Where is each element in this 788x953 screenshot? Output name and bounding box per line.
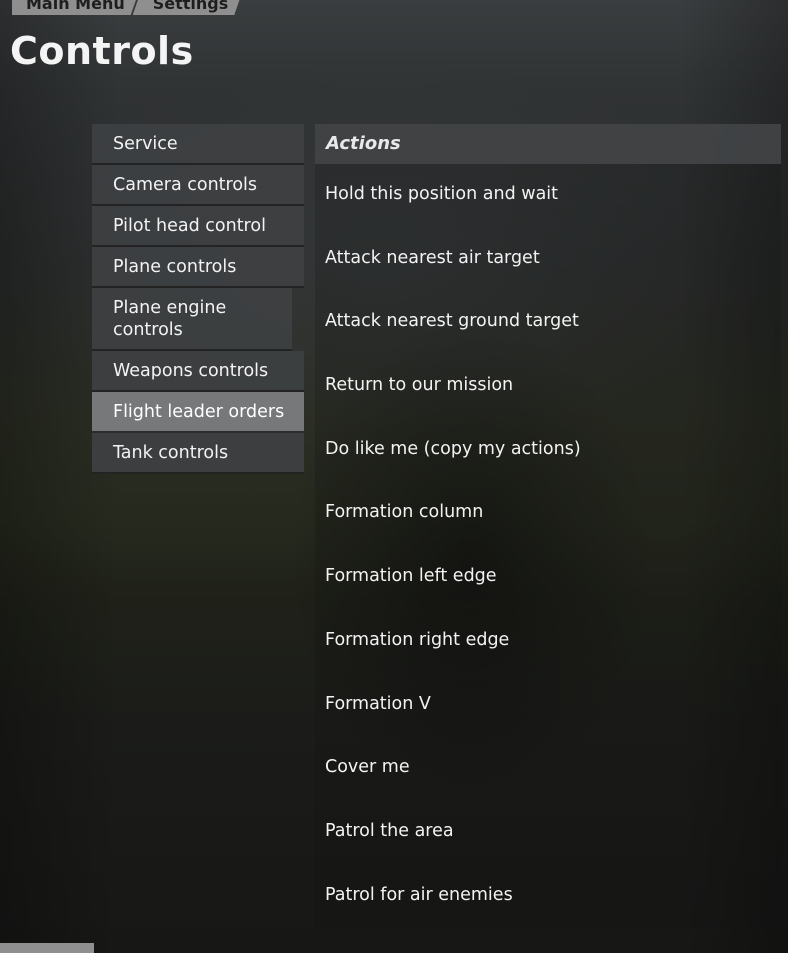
sidebar-item-tank-controls[interactable]: Tank controls [92, 433, 304, 474]
action-attack-ground-target[interactable]: Attack nearest ground target [325, 306, 781, 370]
action-return-to-mission[interactable]: Return to our mission [325, 370, 781, 434]
breadcrumb-main-menu[interactable]: Main Menu [12, 0, 139, 15]
section-header-actions: Actions [315, 124, 781, 164]
action-patrol-area[interactable]: Patrol the area [325, 816, 781, 880]
sidebar-item-weapons-controls[interactable]: Weapons controls [92, 351, 304, 392]
action-do-like-me[interactable]: Do like me (copy my actions) [325, 434, 781, 498]
bottom-back-tab[interactable] [0, 943, 94, 953]
action-patrol-air-enemies[interactable]: Patrol for air enemies [325, 880, 781, 944]
action-formation-left-edge[interactable]: Formation left edge [325, 561, 781, 625]
sidebar-item-camera-controls[interactable]: Camera controls [92, 165, 304, 206]
breadcrumb-settings[interactable]: Settings [133, 0, 243, 15]
actions-panel: Actions Hold this position and wait Atta… [315, 124, 781, 928]
sidebar-item-plane-controls[interactable]: Plane controls [92, 247, 304, 288]
action-list: Hold this position and wait Attack neare… [315, 164, 781, 943]
sidebar-item-service[interactable]: Service [92, 124, 304, 165]
page-title: Controls [10, 29, 194, 73]
action-formation-column[interactable]: Formation column [325, 497, 781, 561]
sidebar-item-plane-engine-controls[interactable]: Plane engine controls [92, 288, 292, 351]
action-hold-position[interactable]: Hold this position and wait [325, 179, 781, 243]
sidebar: Service Camera controls Pilot head contr… [92, 124, 304, 474]
action-attack-air-target[interactable]: Attack nearest air target [325, 243, 781, 307]
sidebar-item-pilot-head-control[interactable]: Pilot head control [92, 206, 304, 247]
action-formation-right-edge[interactable]: Formation right edge [325, 625, 781, 689]
sidebar-item-flight-leader-orders[interactable]: Flight leader orders [92, 392, 304, 433]
action-cover-me[interactable]: Cover me [325, 752, 781, 816]
action-formation-v[interactable]: Formation V [325, 689, 781, 753]
breadcrumb: Main Menu Settings [12, 0, 242, 15]
